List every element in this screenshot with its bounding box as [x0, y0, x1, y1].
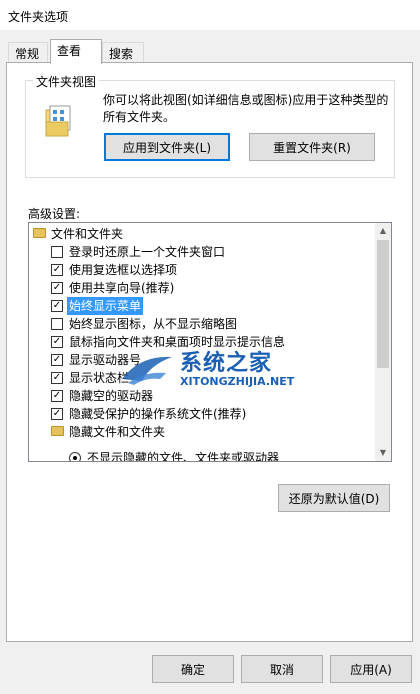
tab-view[interactable]: 查看	[50, 39, 102, 64]
title-bar: 文件夹选项	[0, 0, 420, 30]
folder-icon	[33, 228, 46, 238]
folder-icon	[51, 426, 64, 436]
checkbox-checked[interactable]: ✓	[51, 408, 63, 420]
restore-defaults-button[interactable]: 还原为默认值(D)	[278, 484, 390, 512]
scroll-up-icon[interactable]: ▲	[375, 223, 391, 239]
folder-view-icon	[45, 105, 71, 137]
folder-views-title: 文件夹视图	[33, 73, 100, 90]
tab-search[interactable]: 搜索	[102, 42, 144, 64]
tab-general[interactable]: 常规	[8, 42, 48, 64]
checkbox-checked[interactable]: ✓	[51, 390, 63, 402]
cancel-button[interactable]: 取消	[241, 655, 323, 683]
checkbox-checked[interactable]: ✓	[51, 372, 63, 384]
scroll-thumb[interactable]	[377, 240, 389, 368]
apply-to-folders-button[interactable]: 应用到文件夹(L)	[104, 133, 230, 161]
ok-button[interactable]: 确定	[152, 655, 234, 683]
checkbox-checked[interactable]: ✓	[51, 336, 63, 348]
apply-button[interactable]: 应用(A)	[330, 655, 412, 683]
advanced-settings-label: 高级设置:	[28, 207, 81, 221]
advanced-settings-list[interactable]: 文件和文件夹 登录时还原上一个文件夹窗口 ✓ 使用复选框以选择项 ✓ 使用共享向…	[28, 222, 392, 462]
checkbox-checked[interactable]: ✓	[51, 300, 63, 312]
checkbox-checked[interactable]: ✓	[51, 264, 63, 276]
radio-button[interactable]	[69, 452, 81, 461]
checkbox[interactable]	[51, 318, 63, 330]
checkbox[interactable]	[51, 246, 63, 258]
scroll-down-icon[interactable]: ▼	[375, 445, 391, 461]
folder-views-description: 你可以将此视图(如详细信息或图标)应用于这种类型的所有文件夹。	[103, 93, 389, 124]
checkbox-checked[interactable]: ✓	[51, 354, 63, 366]
vertical-scrollbar[interactable]: ▲ ▼	[375, 223, 391, 461]
checkbox-checked[interactable]: ✓	[51, 282, 63, 294]
reset-folders-button[interactable]: 重置文件夹(R)	[249, 133, 375, 161]
window-title: 文件夹选项	[8, 10, 69, 24]
